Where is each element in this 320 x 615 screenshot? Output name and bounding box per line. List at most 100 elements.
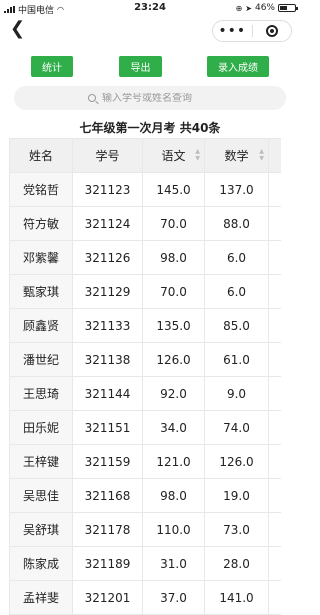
cell-student-id: 321124 bbox=[72, 206, 143, 241]
table-row[interactable]: 潘世纪 321138 126.0 61.0 bbox=[9, 342, 281, 377]
table-row[interactable]: 陈家成 321189 31.0 28.0 bbox=[9, 546, 281, 581]
search-bar[interactable] bbox=[14, 86, 286, 110]
cell-clipped bbox=[268, 376, 281, 411]
battery-icon bbox=[278, 4, 298, 12]
cell-name: 邓紫馨 bbox=[9, 240, 73, 275]
capsule-close-button[interactable] bbox=[253, 25, 292, 37]
cell-name: 王梓键 bbox=[9, 444, 73, 479]
back-chevron-icon[interactable]: ❮ bbox=[10, 20, 25, 38]
cell-math: 6.0 bbox=[204, 240, 269, 275]
battery-percent: 46% bbox=[254, 3, 275, 13]
cell-name: 符方敏 bbox=[9, 206, 73, 241]
sort-icon: ▲ ▼ bbox=[259, 148, 264, 162]
navigation-bar: ❮ ••• bbox=[0, 16, 300, 44]
header-math[interactable]: 数学 ▲ ▼ bbox=[204, 138, 269, 173]
stats-button[interactable]: 统计 bbox=[31, 56, 73, 77]
status-bar: 中国电信 ◠ 23:24 ⊕ ➤ 46% bbox=[0, 0, 300, 16]
cell-chinese: 98.0 bbox=[142, 478, 205, 513]
cell-chinese: 92.0 bbox=[142, 376, 205, 411]
cell-student-id: 321178 bbox=[72, 512, 143, 547]
cell-chinese: 145.0 bbox=[142, 172, 205, 207]
cell-chinese: 70.0 bbox=[142, 274, 205, 309]
header-chinese-label: 语文 bbox=[161, 149, 186, 163]
table-row[interactable]: 顾鑫贤 321133 135.0 85.0 bbox=[9, 308, 281, 343]
table-row[interactable]: 田乐妮 321151 34.0 74.0 bbox=[9, 410, 281, 445]
cell-student-id: 321151 bbox=[72, 410, 143, 445]
cell-student-id: 321189 bbox=[72, 546, 143, 581]
header-math-label: 数学 bbox=[224, 149, 249, 163]
cell-math: 73.0 bbox=[204, 512, 269, 547]
header-chinese[interactable]: 语文 ▲ ▼ bbox=[142, 138, 205, 173]
cell-math: 6.0 bbox=[204, 274, 269, 309]
score-table: 姓名 学号 语文 ▲ ▼ 数学 ▲ ▼ 党铭哲 321123 145.0 137.0 符方敏 32… bbox=[9, 138, 281, 615]
cell-math: 88.0 bbox=[204, 206, 269, 241]
status-right: ⊕ ➤ 46% bbox=[235, 3, 298, 13]
cell-chinese: 126.0 bbox=[142, 342, 205, 377]
orientation-lock-icon: ⊕ bbox=[235, 3, 243, 13]
cell-chinese: 34.0 bbox=[142, 410, 205, 445]
cell-name: 党铭哲 bbox=[9, 172, 73, 207]
cell-name: 吴思佳 bbox=[9, 478, 73, 513]
cell-chinese: 135.0 bbox=[142, 308, 205, 343]
header-next-column-clipped bbox=[268, 138, 281, 173]
cell-name: 吴舒琪 bbox=[9, 512, 73, 547]
table-row[interactable]: 王思琦 321144 92.0 9.0 bbox=[9, 376, 281, 411]
cell-clipped bbox=[268, 240, 281, 275]
cell-student-id: 321129 bbox=[72, 274, 143, 309]
cell-name: 田乐妮 bbox=[9, 410, 73, 445]
cell-name: 王思琦 bbox=[9, 376, 73, 411]
table-row[interactable]: 甄家琪 321129 70.0 6.0 bbox=[9, 274, 281, 309]
search-icon bbox=[88, 94, 96, 102]
cell-math: 141.0 bbox=[204, 580, 269, 615]
cell-clipped bbox=[268, 172, 281, 207]
table-row[interactable]: 党铭哲 321123 145.0 137.0 bbox=[9, 172, 281, 207]
cell-student-id: 321123 bbox=[72, 172, 143, 207]
cell-name: 陈家成 bbox=[9, 546, 73, 581]
table-row[interactable]: 吴思佳 321168 98.0 19.0 bbox=[9, 478, 281, 513]
cell-chinese: 37.0 bbox=[142, 580, 205, 615]
cell-chinese: 31.0 bbox=[142, 546, 205, 581]
cell-chinese: 110.0 bbox=[142, 512, 205, 547]
cell-clipped bbox=[268, 274, 281, 309]
cell-clipped bbox=[268, 410, 281, 445]
cell-clipped bbox=[268, 342, 281, 377]
search-input[interactable] bbox=[102, 92, 212, 104]
cell-student-id: 321138 bbox=[72, 342, 143, 377]
cell-student-id: 321159 bbox=[72, 444, 143, 479]
more-dots-icon[interactable]: ••• bbox=[213, 24, 252, 38]
cell-name: 甄家琪 bbox=[9, 274, 73, 309]
cell-name: 潘世纪 bbox=[9, 342, 73, 377]
cell-math: 19.0 bbox=[204, 478, 269, 513]
cell-chinese: 121.0 bbox=[142, 444, 205, 479]
cell-name: 孟祥斐 bbox=[9, 580, 73, 615]
cell-student-id: 321201 bbox=[72, 580, 143, 615]
enter-scores-button[interactable]: 录入成绩 bbox=[207, 56, 269, 77]
table-row[interactable]: 符方敏 321124 70.0 88.0 bbox=[9, 206, 281, 241]
target-close-icon bbox=[265, 25, 278, 37]
cell-math: 137.0 bbox=[204, 172, 269, 207]
table-row[interactable]: 王梓键 321159 121.0 126.0 bbox=[9, 444, 281, 479]
cell-math: 61.0 bbox=[204, 342, 269, 377]
cell-math: 9.0 bbox=[204, 376, 269, 411]
table-row[interactable]: 吴舒琪 321178 110.0 73.0 bbox=[9, 512, 281, 547]
cell-chinese: 70.0 bbox=[142, 206, 205, 241]
cell-clipped bbox=[268, 580, 281, 615]
cell-name: 顾鑫贤 bbox=[9, 308, 73, 343]
cell-chinese: 98.0 bbox=[142, 240, 205, 275]
cell-clipped bbox=[268, 512, 281, 547]
cell-student-id: 321133 bbox=[72, 308, 143, 343]
header-student-id: 学号 bbox=[72, 138, 143, 173]
mini-program-capsule: ••• bbox=[212, 20, 292, 42]
export-button[interactable]: 导出 bbox=[119, 56, 162, 77]
cell-clipped bbox=[268, 308, 281, 343]
cell-math: 126.0 bbox=[204, 444, 269, 479]
header-name: 姓名 bbox=[9, 138, 73, 173]
sort-icon: ▲ ▼ bbox=[195, 148, 200, 162]
cell-clipped bbox=[268, 444, 281, 479]
exam-title: 七年级第一次月考 共40条 bbox=[79, 121, 221, 135]
location-icon: ➤ bbox=[245, 3, 252, 13]
table-row[interactable]: 邓紫馨 321126 98.0 6.0 bbox=[9, 240, 281, 275]
cell-math: 74.0 bbox=[204, 410, 269, 445]
table-row[interactable]: 孟祥斐 321201 37.0 141.0 bbox=[9, 580, 281, 615]
cell-clipped bbox=[268, 478, 281, 513]
